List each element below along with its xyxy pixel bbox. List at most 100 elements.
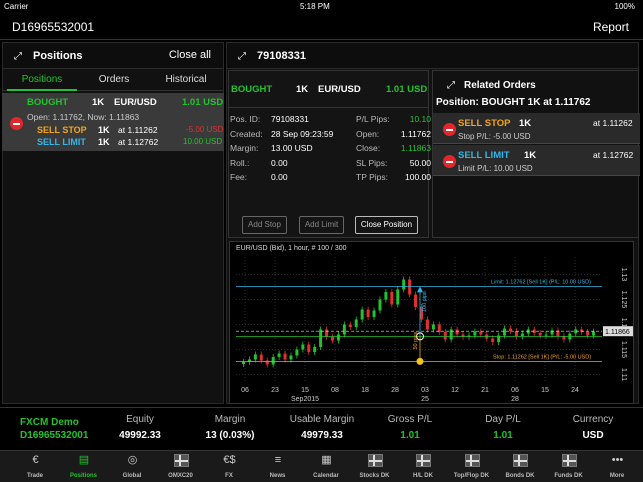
report-button[interactable]: Report (593, 20, 629, 34)
related-limit-pl: Limit P/L: 10.00 USD (458, 164, 533, 173)
tab-top-flop-dk[interactable]: Top/Flop DK (448, 451, 496, 482)
position-side: BOUGHT (27, 97, 69, 108)
tab-trade[interactable]: € Trade (11, 451, 59, 482)
stop-order-size: 1K (98, 125, 110, 135)
candle (592, 331, 596, 336)
trade-title: 79108331 (257, 50, 306, 62)
x-tick-label: 15 (301, 387, 309, 394)
related-order-stop[interactable]: SELL STOP 1K at 1.11262 Stop P/L: -5.00 … (433, 113, 640, 144)
position-detail: Open: 1.11762, Now: 1.11863 (27, 112, 140, 122)
x-tick-label: 08 (331, 387, 339, 394)
tab-historical[interactable]: Historical (151, 74, 221, 85)
candle (372, 310, 376, 317)
tab-label: Calendar (313, 473, 339, 479)
candle (283, 353, 287, 360)
candle (366, 309, 370, 317)
candle (390, 292, 394, 305)
summary-label: Margin (214, 414, 246, 425)
candle (342, 324, 346, 335)
close-all-button[interactable]: Close all (169, 49, 211, 61)
related-limit-label: SELL LIMIT (458, 150, 510, 161)
tab-h-l-dk[interactable]: H/L DK (399, 451, 447, 482)
trade-size: 1K (296, 84, 309, 95)
field-value: 28 Sep 09:23:59 (271, 128, 334, 139)
summary-label: Equity (126, 414, 154, 425)
carrier-label: Carrier (4, 2, 29, 11)
candle (242, 362, 245, 364)
account-summary: FXCM Demo D16965532001 Equity 49992.33 Mar… (0, 407, 643, 450)
tab-label: Positions (69, 473, 97, 479)
expand-icon[interactable]: ⤢ (447, 80, 455, 91)
related-order-limit[interactable]: SELL LIMIT 1K at 1.12762 Limit P/L: 10.0… (433, 145, 640, 176)
tab-label: More (609, 473, 625, 479)
tab-global[interactable]: ◎ Global (108, 451, 156, 482)
candle (544, 334, 548, 336)
tab-calendar[interactable]: ▦ Calendar (302, 451, 350, 482)
more-icon: ••• (611, 454, 624, 466)
flag-icon (513, 454, 528, 467)
positions-header: ⤢ Positions Close all (3, 43, 223, 69)
tab-more[interactable]: ••• More (593, 451, 641, 482)
expand-icon[interactable]: ⤢ (238, 51, 246, 62)
x-tick-label: 12 (451, 387, 459, 394)
summary-label: Currency (572, 414, 614, 425)
y-tick-label: 1.11 (620, 368, 627, 381)
trade-details-header: BOUGHT 1K EUR/USD 1.01 USD (228, 70, 429, 108)
summary-value: 49979.33 (301, 430, 343, 441)
stop-marker (416, 357, 424, 365)
close-position-icon[interactable] (10, 117, 23, 130)
price-chart[interactable]: EUR/USD (Bid), 1 hour, # 100 / 300 1.13 1… (229, 241, 634, 404)
tab-stocks-dk[interactable]: Stocks DK (351, 451, 399, 482)
battery-label: 100% (614, 2, 635, 11)
account-id[interactable]: D16965532001 (12, 20, 94, 34)
x-tick-sublabel: 25 (421, 396, 429, 403)
stop-order-price: at 1.11262 (118, 125, 158, 135)
x-tick-label: 06 (511, 387, 519, 394)
candle (402, 279, 406, 290)
related-orders-title: Related Orders (464, 80, 536, 91)
currency-icon: €$ (223, 454, 236, 466)
related-stop-size: 1K (519, 118, 532, 129)
summary-value: 13 (0.03%) (205, 430, 255, 441)
expand-icon[interactable]: ⤢ (14, 51, 22, 62)
summary-account-name: FXCM Demo (20, 417, 79, 428)
field-label: SL Pips: (356, 157, 388, 168)
tab-orders[interactable]: Orders (79, 74, 149, 85)
tab-positions[interactable]: ▤ Positions (60, 451, 108, 482)
candle (289, 355, 293, 360)
related-stop-pl: Stop P/L: -5.00 USD (458, 132, 531, 141)
calendar-icon: ▦ (321, 454, 332, 466)
limit-order-label: SELL LIMIT (37, 137, 86, 147)
x-tick-label: 15 (541, 387, 549, 394)
candle (295, 349, 299, 356)
cancel-order-icon[interactable] (443, 123, 456, 136)
tab-fx[interactable]: €$ FX (205, 451, 253, 482)
candle (509, 328, 512, 331)
close-position-button[interactable]: Close Position (355, 216, 418, 234)
field-label: P/L Pips: (356, 114, 390, 124)
tab-bonds-dk[interactable]: Bonds DK (496, 451, 544, 482)
tab-positions[interactable]: Positions (7, 74, 77, 85)
add-limit-button[interactable]: Add Limit (299, 216, 344, 234)
trade-pair: EUR/USD (318, 84, 361, 95)
y-tick-label: 1.13 (620, 268, 627, 282)
field-label: Margin: (230, 143, 259, 153)
candle (425, 319, 429, 330)
candle (331, 337, 334, 341)
candle (253, 354, 257, 360)
summary-value: 49992.33 (119, 430, 161, 441)
tab-label: Stocks DK (359, 473, 390, 479)
position-pair: EUR/USD (114, 97, 157, 108)
tab-funds-dk[interactable]: Funds DK (545, 451, 593, 482)
tab-news[interactable]: ≡ News (254, 451, 302, 482)
cancel-order-icon[interactable] (443, 155, 456, 168)
field-value: 79108331 (271, 114, 309, 124)
news-icon: ≡ (274, 454, 282, 466)
stop-order-label: SELL STOP (37, 125, 87, 135)
tab-omxc20[interactable]: OMXC20 (157, 451, 205, 482)
x-tick-label: 28 (391, 387, 399, 394)
add-stop-button[interactable]: Add Stop (242, 216, 287, 234)
candle (325, 329, 329, 337)
tab-label: Global (122, 473, 142, 479)
field-value: 1.11762 (400, 128, 431, 139)
